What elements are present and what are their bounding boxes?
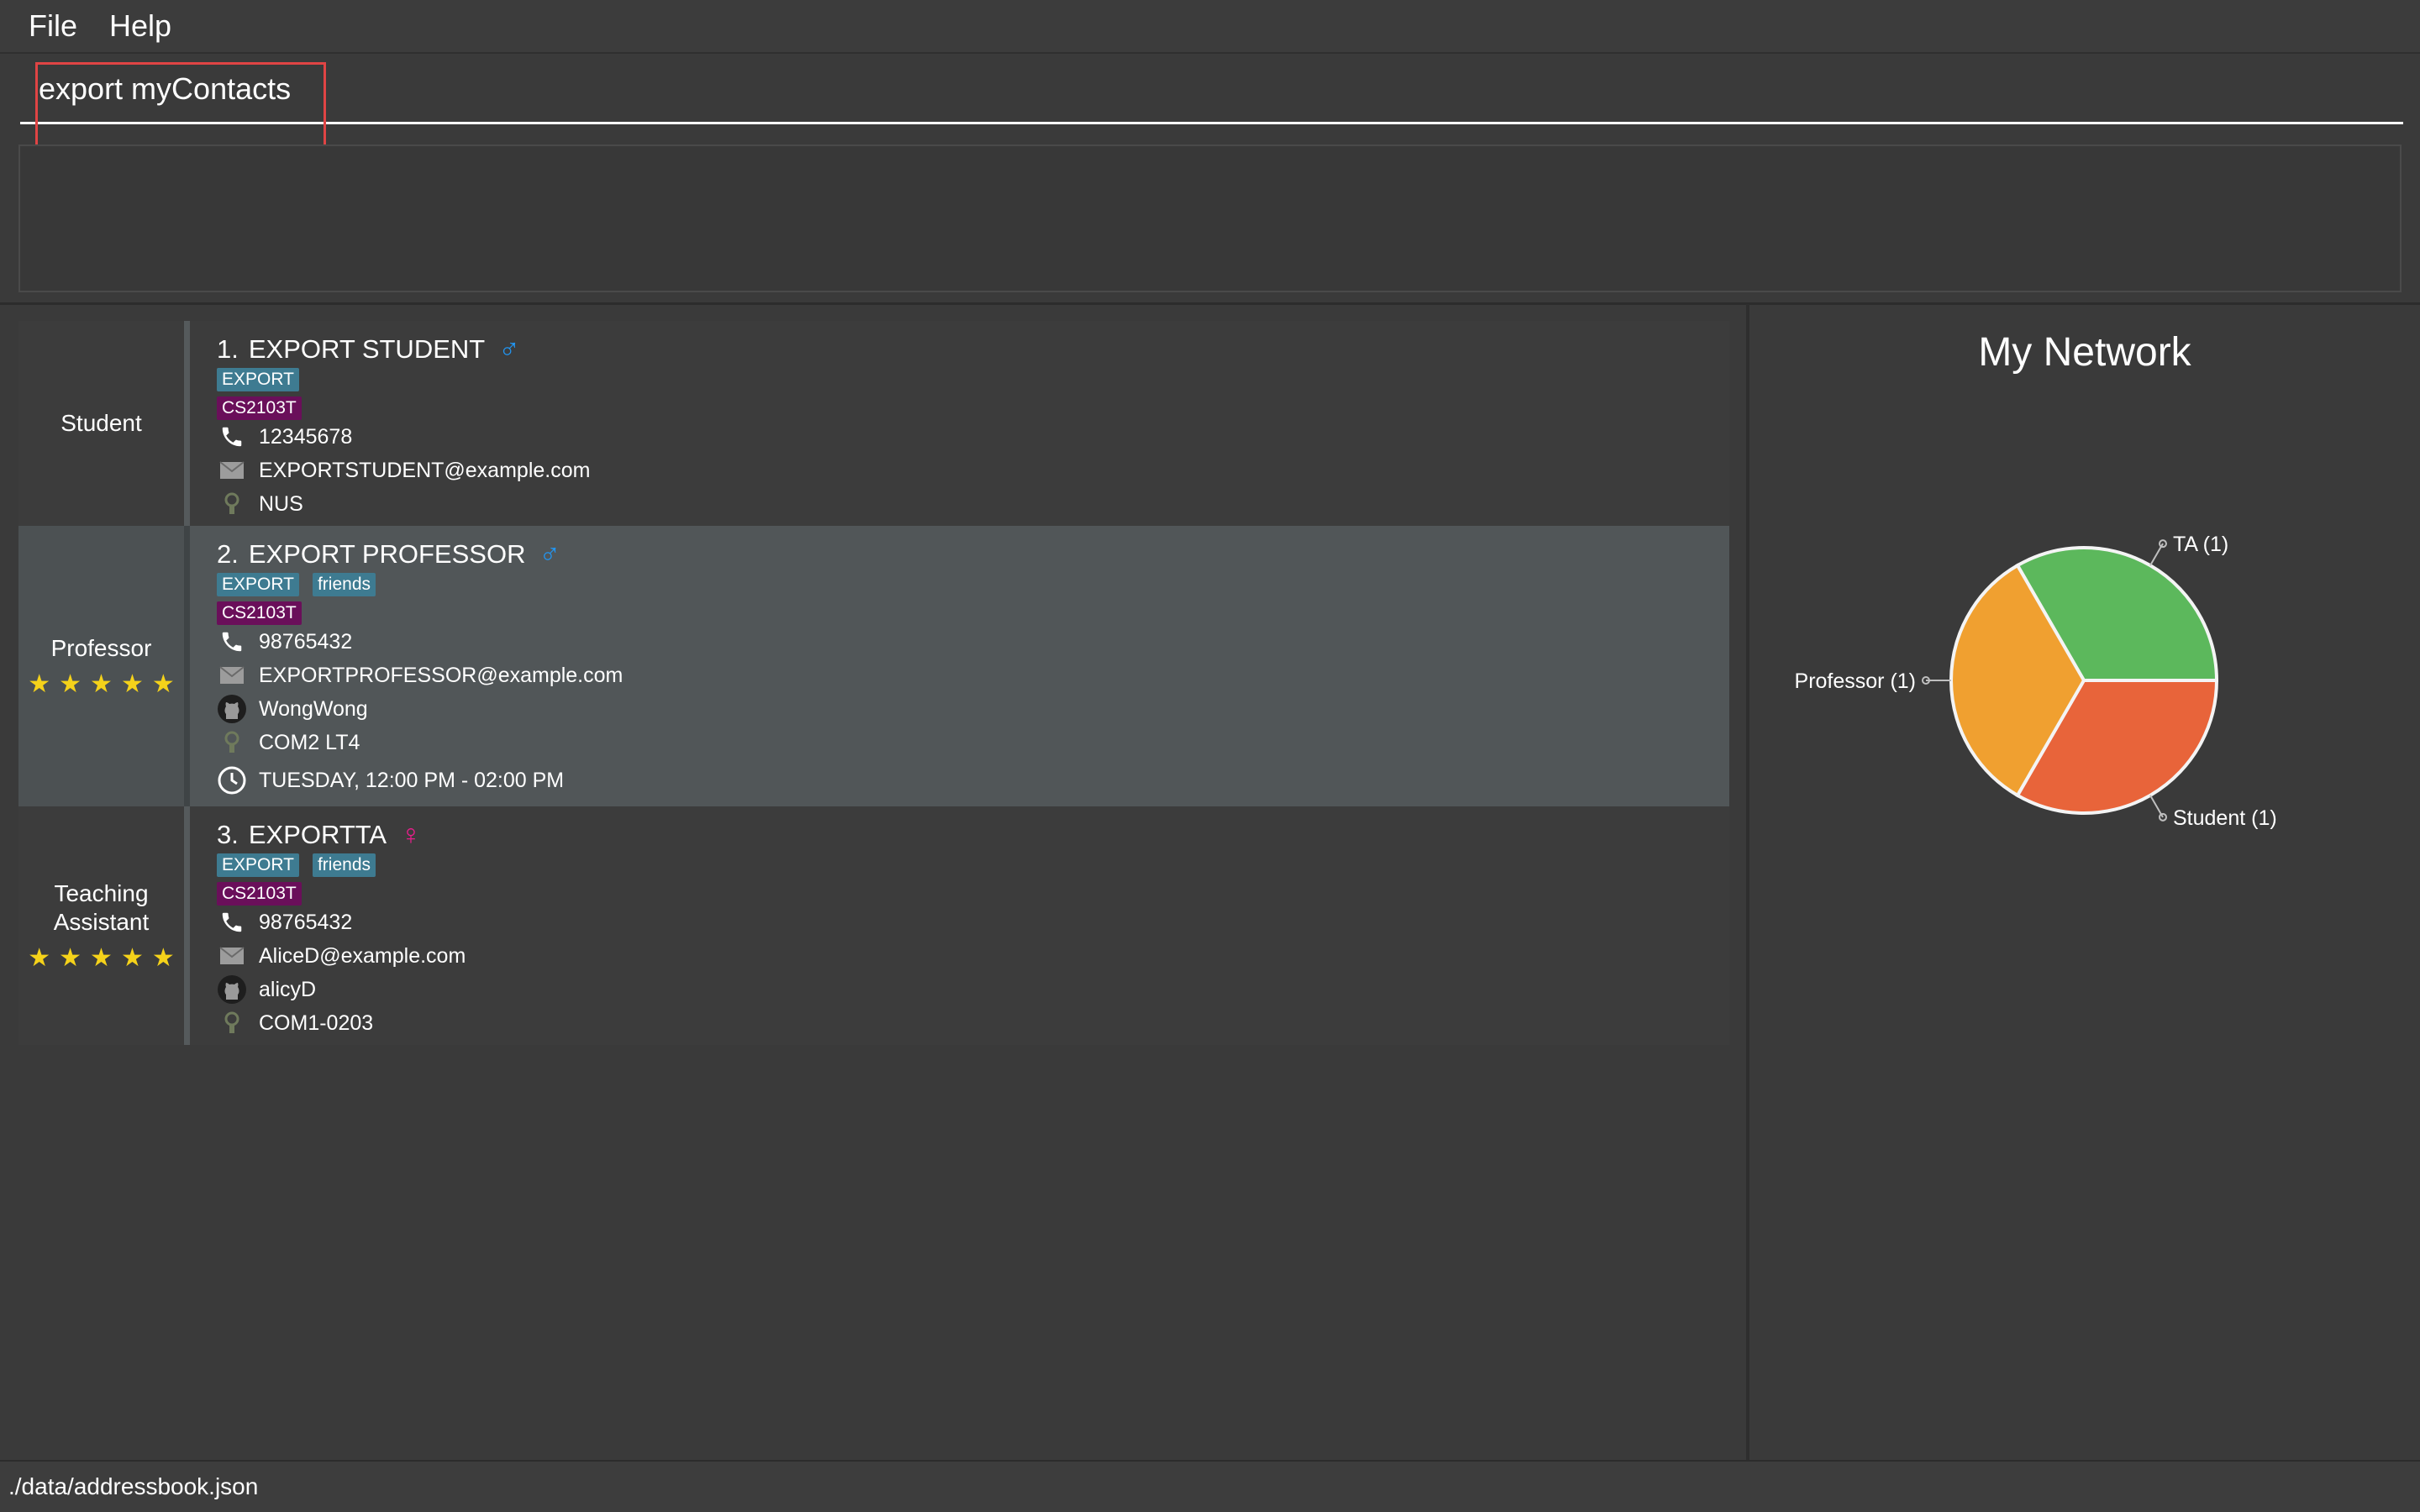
location-icon [217, 492, 247, 516]
star-icon: ★ [59, 943, 82, 972]
location-text: NUS [259, 491, 303, 516]
male-icon: ♂ [498, 333, 520, 365]
role-label-line1: Teaching [54, 879, 149, 906]
network-title: My Network [1978, 330, 2191, 375]
email-icon [217, 461, 247, 480]
pie-slice-label: TA (1) [2173, 533, 2228, 556]
person-name: EXPORT PROFESSOR [248, 539, 526, 569]
tag: friends [312, 573, 376, 596]
email-text: EXPORTPROFESSOR@example.com [259, 663, 623, 687]
module-tag: CS2103T [217, 601, 302, 625]
clock-icon [217, 766, 247, 795]
command-area [0, 55, 2420, 136]
person-name: EXPORTTA [248, 820, 387, 849]
role-label: Professor [50, 634, 152, 661]
tag: EXPORT [217, 853, 299, 877]
module-tag: CS2103T [217, 882, 302, 906]
person-index: 3. [217, 820, 239, 849]
timeslot-text: TUESDAY, 12:00 PM - 02:00 PM [259, 768, 565, 792]
star-icon: ★ [120, 669, 144, 698]
email-icon [217, 666, 247, 685]
phone-text: 98765432 [259, 910, 353, 934]
email-icon [217, 947, 247, 965]
role-column: Student [18, 321, 190, 526]
star-icon: ★ [28, 943, 51, 972]
person-index: 1. [217, 334, 239, 364]
result-display [18, 144, 2402, 292]
phone-icon [217, 629, 247, 654]
person-details: 2. EXPORT PROFESSOR ♂ EXPORT friends CS2… [190, 526, 1729, 806]
menu-help[interactable]: Help [109, 8, 171, 44]
person-card[interactable]: Professor ★ ★ ★ ★ ★ 2. EXPORT PROFESSOR … [18, 526, 1729, 806]
star-icon: ★ [28, 669, 51, 698]
star-icon: ★ [151, 669, 175, 698]
github-icon [217, 974, 247, 1005]
save-location-text: ./data/addressbook.json [8, 1473, 259, 1499]
network-pie-chart: TA (1) Student (1) Professor (1) [1795, 533, 2277, 830]
role-label-line2: Assistant [53, 908, 150, 935]
menu-file[interactable]: File [29, 8, 77, 44]
star-icon: ★ [90, 943, 113, 972]
pie-slice-label: Professor (1) [1795, 669, 1916, 693]
divider [0, 302, 2420, 305]
person-list[interactable]: Student 1. EXPORT STUDENT ♂ EXPORT CS210… [18, 321, 1729, 1045]
phone-icon [217, 424, 247, 449]
person-card[interactable]: Student 1. EXPORT STUDENT ♂ EXPORT CS210… [18, 321, 1729, 526]
person-name: EXPORT STUDENT [248, 334, 486, 364]
pie-slice-label: Student (1) [2173, 806, 2277, 830]
phone-text: 12345678 [259, 424, 353, 449]
module-tag: CS2103T [217, 396, 302, 420]
location-text: COM2 LT4 [259, 730, 360, 754]
person-card[interactable]: Teaching Assistant ★ ★ ★ ★ ★ 3. EXPORTTA… [18, 806, 1729, 1045]
divider [1746, 304, 1749, 1460]
role-column: Professor ★ ★ ★ ★ ★ [18, 526, 190, 806]
tag: friends [312, 853, 376, 877]
star-icon: ★ [120, 943, 144, 972]
menu-bar: File Help [0, 0, 2420, 54]
person-index: 2. [217, 539, 239, 569]
person-details: 1. EXPORT STUDENT ♂ EXPORT CS2103T 12345… [190, 321, 1729, 526]
tag: EXPORT [217, 573, 299, 596]
github-text: alicyD [259, 977, 317, 1001]
github-text: WongWong [259, 696, 368, 721]
status-bar: ./data/addressbook.json [0, 1460, 2420, 1512]
star-icon: ★ [151, 943, 175, 972]
role-label: Student [60, 410, 142, 436]
tag: EXPORT [217, 368, 299, 391]
github-icon [217, 694, 247, 724]
star-icon: ★ [90, 669, 113, 698]
rating-stars: ★ ★ ★ ★ ★ [24, 943, 179, 973]
location-icon [217, 1011, 247, 1035]
location-text: COM1-0203 [259, 1011, 374, 1035]
star-icon: ★ [59, 669, 82, 698]
female-icon: ♀ [400, 818, 422, 851]
phone-icon [217, 910, 247, 935]
email-text: AliceD@example.com [259, 943, 466, 968]
phone-text: 98765432 [259, 629, 353, 654]
email-text: EXPORTSTUDENT@example.com [259, 458, 591, 482]
role-column: Teaching Assistant ★ ★ ★ ★ ★ [18, 806, 190, 1045]
location-icon [217, 731, 247, 754]
male-icon: ♂ [539, 538, 560, 570]
person-details: 3. EXPORTTA ♀ EXPORT friends CS2103T 987… [190, 806, 1729, 1045]
command-input[interactable] [20, 55, 2403, 124]
rating-stars: ★ ★ ★ ★ ★ [24, 669, 179, 699]
